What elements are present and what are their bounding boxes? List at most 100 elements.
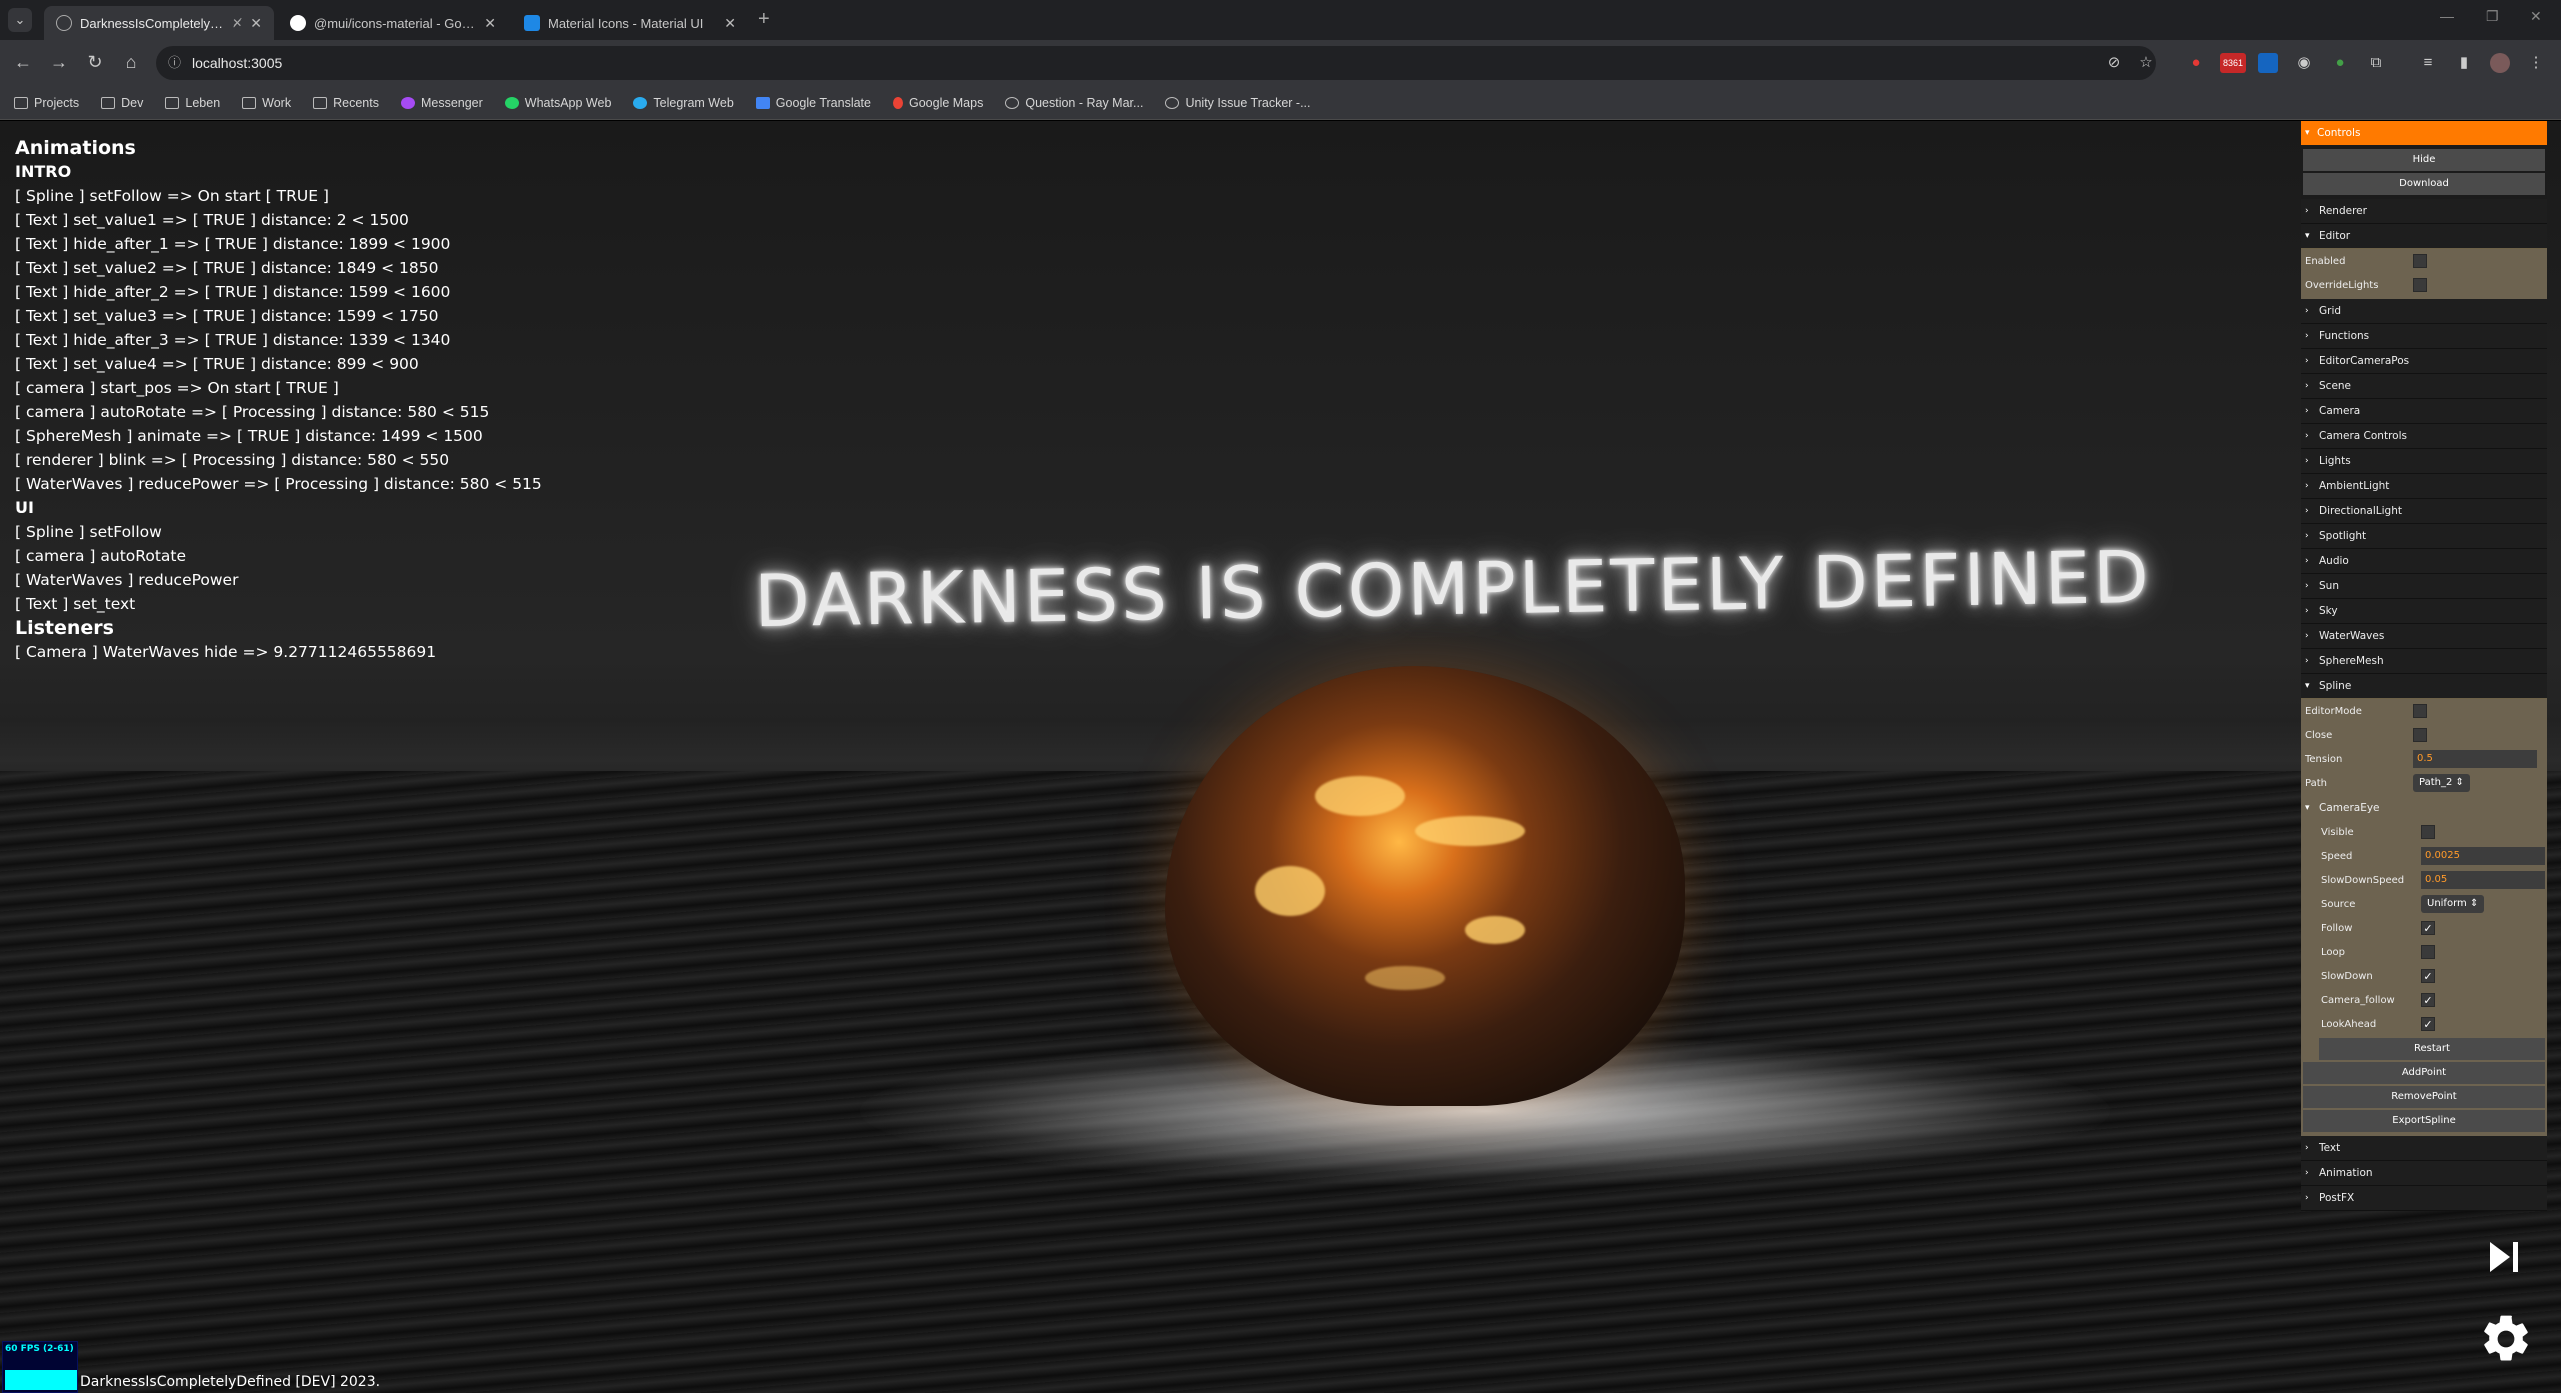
- editor-override-row: OverrideLights: [2301, 273, 2547, 297]
- tab-darkness[interactable]: DarknessIsCompletelyDefin ✕̸ ✕: [44, 6, 274, 40]
- extension-red-icon[interactable]: ●: [2186, 53, 2206, 73]
- folder-ambient-light[interactable]: › AmbientLight: [2301, 474, 2547, 499]
- webgl-canvas[interactable]: DARKNESS IS COMPLETELY DEFINED Animation…: [0, 121, 2561, 1393]
- folder-sun[interactable]: › Sun: [2301, 574, 2547, 599]
- override-lights-checkbox[interactable]: [2413, 278, 2427, 292]
- folder-camera-controls[interactable]: › Camera Controls: [2301, 424, 2547, 449]
- bookmark-google-maps[interactable]: Google Maps: [892, 96, 983, 110]
- hide-button[interactable]: Hide: [2303, 149, 2545, 171]
- editormode-checkbox[interactable]: [2413, 704, 2427, 718]
- profile-avatar[interactable]: [2490, 53, 2510, 73]
- maximize-icon[interactable]: ❐: [2486, 8, 2499, 25]
- download-button[interactable]: Download: [2303, 173, 2545, 195]
- settings-gear-icon[interactable]: [2478, 1311, 2534, 1367]
- extension-blue-icon[interactable]: [2258, 53, 2278, 73]
- extensions-puzzle-icon[interactable]: ⧉: [2366, 53, 2386, 73]
- bookmark-whatsapp[interactable]: WhatsApp Web: [504, 96, 611, 110]
- folder-text[interactable]: › Text: [2301, 1136, 2547, 1161]
- bookmark-question-ray[interactable]: Question - Ray Mar...: [1005, 96, 1143, 110]
- loop-checkbox[interactable]: [2421, 945, 2435, 959]
- minimize-icon[interactable]: —: [2440, 8, 2454, 24]
- folder-renderer[interactable]: › Renderer: [2301, 199, 2547, 224]
- new-tab-icon[interactable]: +: [758, 8, 770, 31]
- bookmark-messenger[interactable]: Messenger: [400, 95, 483, 110]
- whatsapp-icon: [504, 96, 519, 109]
- export-spline-button[interactable]: ExportSpline: [2303, 1110, 2545, 1132]
- bookmark-folder-work[interactable]: Work: [242, 96, 291, 110]
- row-label: SlowDownSpeed: [2321, 874, 2405, 886]
- bookmark-unity-issue-tracker[interactable]: Unity Issue Tracker -...: [1165, 96, 1310, 110]
- restart-button[interactable]: Restart: [2319, 1038, 2545, 1060]
- folder-sky[interactable]: › Sky: [2301, 599, 2547, 624]
- folder-functions[interactable]: › Functions: [2301, 324, 2547, 349]
- folder-label: DirectionalLight: [2319, 505, 2402, 517]
- reading-list-icon[interactable]: ≡: [2418, 53, 2438, 73]
- folder-directional-light[interactable]: › DirectionalLight: [2301, 499, 2547, 524]
- tab-search-button[interactable]: ⌄: [8, 8, 32, 32]
- visible-checkbox[interactable]: [2421, 825, 2435, 839]
- folder-animation[interactable]: › Animation: [2301, 1161, 2547, 1186]
- lookahead-checkbox[interactable]: ✓: [2421, 1017, 2435, 1031]
- bookmark-label: Question - Ray Mar...: [1025, 95, 1144, 110]
- tracking-blocked-icon[interactable]: ⊘: [2104, 53, 2124, 73]
- folder-lights[interactable]: › Lights: [2301, 449, 2547, 474]
- menu-dots-icon[interactable]: ⋮: [2526, 53, 2546, 73]
- tab-material-icons[interactable]: Material Icons - Material UI ✕: [512, 6, 748, 40]
- play-next-icon[interactable]: [2486, 1239, 2522, 1275]
- forward-icon[interactable]: →: [48, 52, 70, 73]
- add-point-button[interactable]: AddPoint: [2303, 1062, 2545, 1084]
- folder-editor-camera-pos[interactable]: › EditorCameraPos: [2301, 349, 2547, 374]
- slowdown-checkbox[interactable]: ✓: [2421, 969, 2435, 983]
- folder-grid[interactable]: › Grid: [2301, 299, 2547, 324]
- camera-extension-icon[interactable]: ◉: [2294, 53, 2314, 73]
- bookmark-folder-leben[interactable]: Leben: [165, 96, 220, 110]
- bookmark-telegram[interactable]: Telegram Web: [633, 96, 734, 110]
- close-tab-icon[interactable]: ✕: [484, 15, 496, 32]
- folder-camera[interactable]: › Camera: [2301, 399, 2547, 424]
- folder-spotlight[interactable]: › Spotlight: [2301, 524, 2547, 549]
- mute-icon[interactable]: ✕̸: [232, 16, 242, 30]
- folder-editor[interactable]: ▾ Editor: [2301, 224, 2547, 249]
- close-window-icon[interactable]: ✕: [2530, 8, 2542, 25]
- path-select[interactable]: Path_2 ⇕: [2413, 774, 2470, 792]
- folder-sphere-mesh[interactable]: › SphereMesh: [2301, 649, 2547, 674]
- address-bar[interactable]: ⓘ localhost:3005: [156, 46, 2156, 80]
- fps-stats-panel[interactable]: 60 FPS (2-61): [2, 1341, 78, 1393]
- site-info-icon[interactable]: ⓘ: [168, 46, 181, 80]
- side-panel-icon[interactable]: ▮: [2454, 53, 2474, 73]
- bookmark-label: Google Translate: [775, 95, 871, 110]
- bookmark-folder-projects[interactable]: Projects: [14, 96, 79, 110]
- reload-icon[interactable]: ↻: [84, 52, 106, 73]
- messenger-icon: [400, 96, 415, 109]
- enabled-checkbox[interactable]: [2413, 254, 2427, 268]
- bookmark-label: Messenger: [420, 95, 483, 110]
- folder-postfx[interactable]: › PostFX: [2301, 1186, 2547, 1211]
- bookmark-star-icon[interactable]: ☆: [2136, 53, 2156, 73]
- source-select[interactable]: Uniform ⇕: [2421, 895, 2485, 913]
- bookmark-folder-dev[interactable]: Dev: [101, 96, 143, 110]
- folder-scene[interactable]: › Scene: [2301, 374, 2547, 399]
- extension-badge[interactable]: 8361: [2220, 53, 2246, 73]
- camera-follow-checkbox[interactable]: ✓: [2421, 993, 2435, 1007]
- intro-line: [ renderer ] blink => [ Processing ] dis…: [15, 451, 450, 469]
- follow-checkbox[interactable]: ✓: [2421, 921, 2435, 935]
- back-icon[interactable]: ←: [12, 52, 34, 73]
- folder-camera-eye[interactable]: ▾ CameraEye: [2301, 795, 2547, 820]
- remove-point-button[interactable]: RemovePoint: [2303, 1086, 2545, 1108]
- folder-audio[interactable]: › Audio: [2301, 549, 2547, 574]
- close-tab-icon[interactable]: ✕: [250, 15, 262, 32]
- home-icon[interactable]: ⌂: [120, 52, 142, 73]
- speed-input[interactable]: 0.0025: [2421, 847, 2545, 865]
- bookmark-folder-recents[interactable]: Recents: [313, 96, 379, 110]
- bookmark-google-translate[interactable]: Google Translate: [755, 95, 871, 110]
- folder-water-waves[interactable]: › WaterWaves: [2301, 624, 2547, 649]
- close-tab-icon[interactable]: ✕: [724, 15, 736, 32]
- folder-spline[interactable]: ▾ Spline: [2301, 674, 2547, 699]
- extension-green-icon[interactable]: ●: [2330, 53, 2350, 73]
- tension-input[interactable]: 0.5: [2413, 750, 2537, 768]
- maps-pin-icon: [892, 96, 903, 109]
- tab-mui-icons[interactable]: @mui/icons-material - Google ✕: [278, 6, 508, 40]
- close-checkbox[interactable]: [2413, 728, 2427, 742]
- controls-header[interactable]: ▾ Controls: [2301, 121, 2547, 145]
- slowdownspeed-input[interactable]: 0.05: [2421, 871, 2545, 889]
